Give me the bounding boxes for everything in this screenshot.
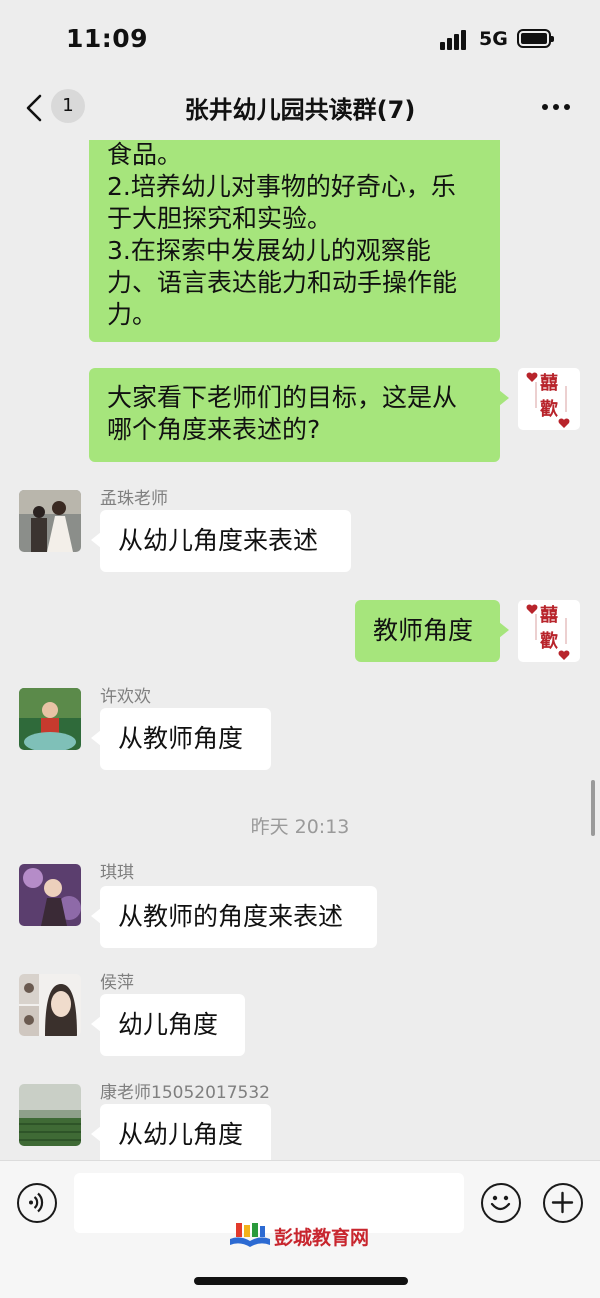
avatar[interactable] bbox=[19, 490, 81, 552]
message-list[interactable]: 食品。 2.培养幼儿对事物的好奇心，乐 于大胆探究和实验。 3.在探索中发展幼儿… bbox=[0, 140, 600, 1160]
message-bubble[interactable]: 从幼儿角度来表述 bbox=[91, 510, 351, 572]
book-logo-icon bbox=[230, 1223, 270, 1247]
avatar-char: 歡 bbox=[540, 399, 558, 420]
scrollbar[interactable] bbox=[591, 780, 595, 836]
message-line: 于大胆探究和实验。 bbox=[107, 204, 333, 233]
message-line: 3.在探索中发展幼儿的观察能 bbox=[107, 236, 431, 265]
chat-header: 1 张井幼儿园共读群(7) bbox=[0, 80, 600, 136]
message-bubble[interactable]: 食品。 2.培养幼儿对事物的好奇心，乐 于大胆探究和实验。 3.在探索中发展幼儿… bbox=[89, 140, 500, 342]
message-text: 教师角度 bbox=[373, 616, 474, 645]
more-icon[interactable] bbox=[540, 104, 572, 112]
message-text: 从教师角度 bbox=[118, 724, 244, 753]
sender-name: 康老师15052017532 bbox=[100, 1083, 270, 1103]
avatar[interactable] bbox=[19, 688, 81, 750]
message-text: 从幼儿角度来表述 bbox=[118, 526, 319, 555]
message-text: 从幼儿角度 bbox=[118, 1120, 244, 1149]
signal-icon bbox=[440, 30, 470, 50]
avatar-char: 囍 bbox=[540, 373, 558, 394]
sender-name: 许欢欢 bbox=[100, 687, 151, 707]
message-bubble[interactable]: 从教师的角度来表述 bbox=[91, 886, 377, 948]
input-bar: 彭城教育网 bbox=[0, 1160, 600, 1298]
battery-icon bbox=[517, 29, 554, 48]
chat-title: 张井幼儿园共读群(7) bbox=[184, 96, 416, 124]
message-line: 大家看下老师们的目标，这是从 bbox=[107, 383, 458, 412]
network-type: 5G bbox=[479, 28, 508, 50]
sender-name: 琪琪 bbox=[100, 863, 134, 883]
message-bubble[interactable]: 大家看下老师们的目标，这是从 哪个角度来表述的? bbox=[89, 368, 509, 462]
plus-icon[interactable] bbox=[543, 1183, 583, 1223]
sender-name: 孟珠老师 bbox=[100, 489, 168, 509]
timestamp: 昨天 20:13 bbox=[250, 816, 350, 838]
message-line: 力、语言表达能力和动手操作能 bbox=[107, 268, 458, 297]
watermark: 彭城教育网 bbox=[228, 1221, 388, 1257]
avatar[interactable]: 囍 歡 bbox=[518, 600, 580, 662]
avatar[interactable]: 囍 歡 bbox=[518, 368, 580, 430]
message-bubble[interactable]: 幼儿角度 bbox=[91, 994, 245, 1056]
message-text: 从教师的角度来表述 bbox=[118, 902, 344, 931]
message-bubble[interactable]: 教师角度 bbox=[355, 600, 509, 662]
message-line: 哪个角度来表述的? bbox=[107, 415, 321, 444]
message-text: 幼儿角度 bbox=[118, 1010, 219, 1039]
message-line: 2.培养幼儿对事物的好奇心，乐 bbox=[107, 172, 456, 201]
message-line: 力。 bbox=[107, 300, 158, 329]
status-time: 11:09 bbox=[66, 24, 149, 53]
avatar-char: 歡 bbox=[540, 631, 558, 652]
message-bubble[interactable]: 从教师角度 bbox=[91, 708, 271, 770]
avatar-char: 囍 bbox=[540, 605, 558, 626]
message-line: 食品。 bbox=[107, 140, 183, 169]
voice-icon[interactable] bbox=[17, 1183, 57, 1223]
avatar[interactable] bbox=[19, 864, 81, 926]
home-indicator[interactable] bbox=[194, 1277, 408, 1285]
emoji-icon[interactable] bbox=[481, 1183, 521, 1223]
sender-name: 侯萍 bbox=[100, 973, 134, 993]
message-bubble[interactable]: 从幼儿角度 bbox=[91, 1104, 271, 1160]
avatar[interactable] bbox=[19, 974, 81, 1036]
avatar[interactable] bbox=[19, 1084, 81, 1146]
status-bar: 11:09 5G bbox=[0, 0, 600, 80]
watermark-text: 彭城教育网 bbox=[274, 1227, 370, 1249]
